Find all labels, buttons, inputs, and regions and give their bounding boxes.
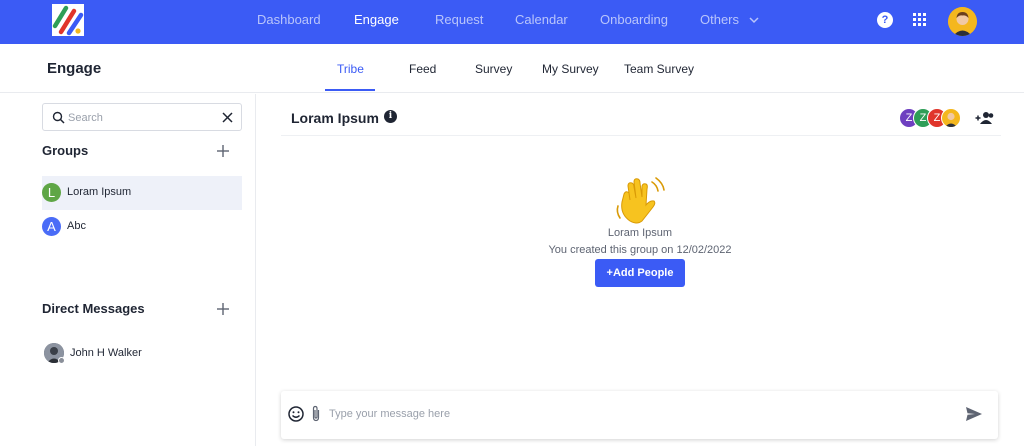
member-avatar[interactable] [941,108,961,128]
page-title: Engage [47,60,102,77]
chat-title: Loram Ipsum [291,110,379,126]
add-people-button[interactable]: +Add People [595,259,685,287]
tab-feed[interactable]: Feed [409,62,436,76]
tab-team-survey[interactable]: Team Survey [624,62,694,76]
message-composer [281,391,998,439]
status-indicator [58,357,65,364]
info-icon[interactable]: i [384,110,397,123]
app-logo[interactable] [52,4,84,36]
groups-heading: Groups [42,143,89,158]
group-item-loram-ipsum[interactable]: L Loram Ipsum [42,176,242,210]
tab-tribe[interactable]: Tribe [337,62,364,76]
nav-calendar[interactable]: Calendar [515,12,568,27]
help-button[interactable]: ? [877,12,893,28]
chevron-down-icon [749,17,759,24]
nav-dashboard[interactable]: Dashboard [257,12,321,27]
tab-my-survey[interactable]: My Survey [542,62,599,76]
attach-icon[interactable] [311,405,321,422]
nav-others-label: Others [700,12,740,27]
user-avatar[interactable] [948,7,977,36]
add-group-button[interactable] [216,144,230,158]
group-label: Abc [67,220,86,232]
tab-survey[interactable]: Survey [475,62,512,76]
empty-state-group-name: Loram Ipsum [607,227,673,239]
nav-others[interactable]: Others [700,12,759,27]
message-input[interactable] [329,405,929,423]
waving-hand-icon [616,177,665,224]
search-box [42,103,242,131]
add-member-icon[interactable] [975,111,995,125]
apps-grid-icon[interactable] [913,13,927,27]
search-icon [52,111,65,124]
group-avatar: L [42,183,61,202]
nav-request[interactable]: Request [435,12,483,27]
sidebar: Groups L Loram Ipsum A Abc Direct Messag… [0,94,256,446]
search-input[interactable] [68,109,218,127]
empty-state-created-text: You created this group on 12/02/2022 [548,244,732,256]
chat-header: Loram Ipsum i Z Z Z [281,94,1001,136]
dm-item-john-h-walker[interactable]: John H Walker [42,342,242,366]
nav-engage[interactable]: Engage [354,12,399,27]
group-item-abc[interactable]: A Abc [42,210,242,244]
group-label: Loram Ipsum [67,186,132,198]
add-direct-message-button[interactable] [216,302,230,316]
direct-messages-heading: Direct Messages [42,301,145,316]
send-icon[interactable] [965,406,983,422]
nav-onboarding[interactable]: Onboarding [600,12,668,27]
emoji-icon[interactable] [288,406,304,422]
top-nav-bar: Dashboard Engage Request Calendar Onboar… [0,0,1024,44]
active-tab-indicator [325,89,375,91]
dm-label: John H Walker [70,347,142,359]
close-icon[interactable] [221,111,234,124]
sub-header: Engage Tribe Feed Survey My Survey Team … [0,44,1024,93]
chat-panel: Loram Ipsum i Z Z Z Loram Ipsum You crea… [257,94,1024,446]
group-avatar: A [42,217,61,236]
